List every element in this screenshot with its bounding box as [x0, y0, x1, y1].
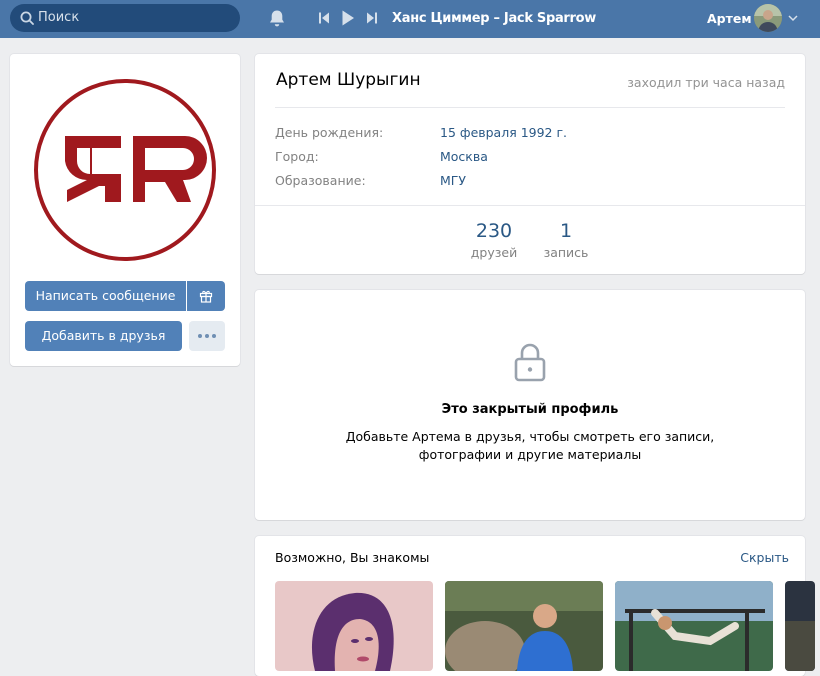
more-actions-button[interactable] — [189, 321, 225, 351]
photo-man — [445, 581, 603, 671]
city-link[interactable]: Москва — [440, 149, 488, 164]
now-playing-track[interactable]: Ханс Циммер – Jack Sparrow — [392, 0, 596, 38]
info-label: Город: — [275, 149, 319, 164]
write-message-button[interactable]: Написать сообщение — [25, 281, 186, 311]
header-avatar[interactable] — [754, 4, 782, 32]
play-icon[interactable] — [341, 9, 355, 27]
bell-icon[interactable] — [268, 9, 286, 28]
divider — [255, 205, 805, 206]
suggested-friend-photo[interactable] — [445, 581, 603, 671]
birthday-link[interactable]: 15 февраля 1992 г. — [440, 125, 567, 140]
avatar-photo — [754, 4, 782, 32]
search-box[interactable]: Поиск — [10, 4, 240, 32]
search-placeholder: Поиск — [38, 10, 80, 25]
closed-profile-text-line: Добавьте Артема в друзья, чтобы смотреть… — [345, 429, 715, 444]
suggested-friend-photo[interactable] — [275, 581, 433, 671]
photo-illustration — [275, 581, 433, 671]
photo-partial — [785, 581, 815, 671]
profile-photo-card: Написать сообщение Добавить в друзья — [10, 54, 240, 366]
previous-track-icon[interactable] — [318, 11, 330, 25]
lock-icon — [514, 343, 546, 382]
counter-label: друзей — [470, 245, 518, 260]
top-navigation-bar: Поиск Ханс Циммер – Jack Sparrow Артем — [0, 0, 820, 38]
suggested-friend-photo[interactable] — [785, 581, 815, 671]
header-user-name[interactable]: Артем — [707, 0, 752, 38]
send-gift-button[interactable] — [187, 281, 225, 311]
hide-suggestions-link[interactable]: Скрыть — [740, 550, 789, 565]
add-friend-button[interactable]: Добавить в друзья — [25, 321, 182, 351]
suggestions-title: Возможно, Вы знакомы — [275, 550, 430, 565]
counter-value: 1 — [559, 220, 573, 242]
gift-icon — [199, 290, 213, 303]
profile-info-card: Артем Шурыгин заходил три часа назад Ден… — [255, 54, 805, 274]
next-track-icon[interactable] — [366, 11, 378, 25]
info-label: Образование: — [275, 173, 366, 188]
counter-label: запись — [543, 245, 589, 260]
chevron-down-icon[interactable] — [788, 15, 798, 22]
rr-logo-icon — [34, 79, 216, 261]
counter-value: 230 — [475, 220, 513, 242]
closed-profile-text-line: фотографии и другие материалы — [418, 447, 642, 462]
suggested-friend-photo[interactable] — [615, 581, 773, 671]
education-link[interactable]: МГУ — [440, 173, 466, 188]
closed-profile-title: Это закрытый профиль — [441, 402, 619, 417]
photo-workout — [615, 581, 773, 671]
info-label: День рождения: — [275, 125, 384, 140]
divider — [275, 107, 785, 108]
closed-profile-card: Это закрытый профиль Добавьте Артема в д… — [255, 290, 805, 520]
suggested-friends-card: Возможно, Вы знакомы Скрыть — [255, 536, 815, 676]
profile-avatar-logo[interactable] — [33, 78, 217, 266]
profile-name: Артем Шурыгин — [276, 70, 421, 90]
more-dots-icon — [198, 334, 216, 338]
search-icon — [20, 11, 34, 25]
posts-counter[interactable]: 1 запись — [526, 219, 606, 263]
friends-counter[interactable]: 230 друзей — [454, 219, 534, 263]
last-seen-status: заходил три часа назад — [627, 75, 785, 90]
closed-profile-text: Добавьте Артема в друзья, чтобы смотреть… — [255, 428, 805, 464]
